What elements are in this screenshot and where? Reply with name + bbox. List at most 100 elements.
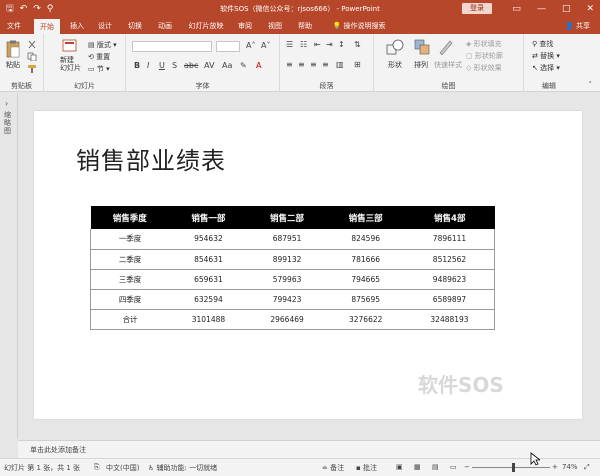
zoom-in-button[interactable]: + bbox=[552, 463, 558, 471]
collapse-ribbon-icon[interactable]: ˄ bbox=[589, 81, 593, 89]
slide-sorter-icon[interactable]: ▦ bbox=[414, 463, 421, 471]
table-cell[interactable]: 579963 bbox=[247, 269, 327, 290]
underline-button[interactable]: U bbox=[159, 61, 165, 70]
table-cell[interactable]: 2966469 bbox=[247, 309, 327, 330]
align-center-icon[interactable]: ≡ bbox=[298, 60, 305, 69]
tab-design[interactable]: 设计 bbox=[94, 18, 116, 34]
bullets-icon[interactable]: ☰ bbox=[286, 40, 293, 49]
table-cell[interactable]: 781666 bbox=[326, 249, 405, 270]
tab-slideshow[interactable]: 幻灯片放映 bbox=[184, 18, 228, 34]
table-cell[interactable]: 632594 bbox=[169, 289, 248, 310]
fit-to-window-icon[interactable]: ⤢ bbox=[584, 463, 590, 472]
table-header-cell[interactable]: 销售季度 bbox=[90, 206, 170, 229]
maximize-button[interactable]: □ bbox=[562, 2, 571, 16]
tab-file[interactable]: 文件 bbox=[4, 18, 24, 34]
zoom-slider-handle[interactable] bbox=[512, 463, 515, 472]
sales-table[interactable]: 销售季度 销售一部 销售二部 销售三部 销售4部 一季度 954632 6879… bbox=[90, 206, 495, 330]
change-case-icon[interactable]: Aa bbox=[222, 61, 232, 70]
new-slide-label[interactable]: 新建 幻灯片 bbox=[60, 56, 81, 72]
shadow-button[interactable]: S bbox=[172, 61, 177, 70]
minimize-button[interactable]: — bbox=[537, 2, 546, 16]
reset-button[interactable]: ⟲ 重置 bbox=[88, 52, 110, 62]
accessibility-status[interactable]: ♿ 辅助功能: 一切就绪 bbox=[148, 463, 217, 473]
numbering-icon[interactable]: ☷ bbox=[300, 40, 307, 49]
table-cell[interactable]: 9489623 bbox=[405, 269, 495, 290]
zoom-out-button[interactable]: − bbox=[464, 463, 470, 471]
table-cell[interactable]: 三季度 bbox=[90, 269, 170, 290]
spellcheck-icon[interactable]: ⎘ bbox=[94, 463, 100, 472]
format-painter-icon[interactable] bbox=[27, 64, 37, 73]
line-spacing-icon[interactable]: ↕ bbox=[338, 40, 345, 49]
tab-transitions[interactable]: 切换 bbox=[124, 18, 146, 34]
tell-me-search[interactable]: 💡 操作说明搜索 bbox=[326, 18, 392, 34]
table-cell[interactable]: 一季度 bbox=[90, 229, 170, 250]
table-cell[interactable]: 954632 bbox=[169, 229, 248, 250]
table-cell[interactable]: 3276622 bbox=[326, 309, 405, 330]
tab-review[interactable]: 审阅 bbox=[234, 18, 256, 34]
table-cell[interactable]: 8512562 bbox=[405, 249, 495, 270]
italic-button[interactable]: I bbox=[147, 61, 149, 70]
table-header-cell[interactable]: 销售三部 bbox=[326, 206, 405, 229]
table-cell[interactable]: 824596 bbox=[326, 229, 405, 250]
table-cell[interactable]: 6589897 bbox=[405, 289, 495, 310]
increase-indent-icon[interactable]: ⇥ bbox=[326, 40, 333, 49]
justify-icon[interactable]: ≡ bbox=[322, 60, 329, 69]
slide-canvas[interactable]: 销售部业绩表 销售季度 销售一部 销售二部 销售三部 销售4部 一季度 9546… bbox=[34, 111, 582, 419]
new-slide-icon[interactable] bbox=[62, 39, 78, 53]
shape-outline-button[interactable]: ▢ 形状轮廓 bbox=[466, 51, 503, 61]
font-name-box[interactable] bbox=[132, 41, 212, 52]
tab-home[interactable]: 开始 bbox=[34, 19, 60, 34]
copy-icon[interactable] bbox=[27, 52, 37, 61]
highlight-color-icon[interactable]: ✎ bbox=[240, 61, 247, 70]
normal-view-icon[interactable]: ▣ bbox=[396, 463, 403, 471]
table-cell[interactable]: 799423 bbox=[247, 289, 327, 310]
slide-title[interactable]: 销售部业绩表 bbox=[76, 141, 226, 176]
zoom-level[interactable]: 74% bbox=[562, 463, 578, 471]
table-cell[interactable]: 875695 bbox=[326, 289, 405, 310]
strikethrough-button[interactable]: abc bbox=[184, 61, 198, 70]
select-button[interactable]: ↖ 选择 ▾ bbox=[532, 63, 560, 73]
zoom-slider[interactable] bbox=[472, 463, 550, 472]
font-color-icon[interactable]: A bbox=[256, 61, 261, 70]
ribbon-display-icon[interactable]: ▭ bbox=[512, 2, 521, 16]
tab-view[interactable]: 视图 bbox=[264, 18, 286, 34]
smartart-icon[interactable]: ⊞ bbox=[354, 60, 361, 69]
shapes-icon[interactable] bbox=[386, 39, 404, 55]
table-cell[interactable]: 合计 bbox=[90, 309, 170, 330]
align-left-icon[interactable]: ≡ bbox=[286, 60, 293, 69]
table-header-cell[interactable]: 销售4部 bbox=[405, 206, 495, 229]
replace-button[interactable]: ⇄ 替换 ▾ bbox=[532, 51, 560, 61]
tab-animations[interactable]: 动画 bbox=[154, 18, 176, 34]
table-cell[interactable]: 7896111 bbox=[405, 229, 495, 250]
table-cell[interactable]: 32488193 bbox=[405, 309, 495, 330]
table-header-cell[interactable]: 销售二部 bbox=[247, 206, 327, 229]
find-button[interactable]: ⚲ 查找 bbox=[532, 39, 553, 49]
tab-help[interactable]: 帮助 bbox=[294, 18, 316, 34]
login-button[interactable]: 登录 bbox=[462, 3, 492, 14]
paste-icon[interactable] bbox=[6, 40, 20, 58]
decrease-indent-icon[interactable]: ⇤ bbox=[314, 40, 321, 49]
chevron-right-icon[interactable]: › bbox=[5, 99, 8, 108]
shape-effects-button[interactable]: ◇ 形状效果 bbox=[466, 63, 502, 73]
layout-button[interactable]: ▤ 版式 ▾ bbox=[88, 40, 117, 50]
section-button[interactable]: ▭ 节 ▾ bbox=[88, 64, 110, 74]
shape-fill-button[interactable]: ◈ 形状填充 bbox=[466, 39, 502, 49]
slideshow-icon[interactable]: ▭ bbox=[450, 463, 457, 471]
table-cell[interactable]: 687951 bbox=[247, 229, 327, 250]
table-cell[interactable]: 659631 bbox=[169, 269, 248, 290]
table-cell[interactable]: 854631 bbox=[169, 249, 248, 270]
align-right-icon[interactable]: ≡ bbox=[310, 60, 317, 69]
notes-pane[interactable]: 单击此处添加备注 bbox=[18, 440, 600, 458]
bold-button[interactable]: B bbox=[134, 61, 140, 70]
table-cell[interactable]: 794665 bbox=[326, 269, 405, 290]
table-header-cell[interactable]: 销售一部 bbox=[169, 206, 248, 229]
columns-icon[interactable]: ▥ bbox=[336, 60, 344, 69]
tab-insert[interactable]: 插入 bbox=[66, 18, 88, 34]
grow-font-icon[interactable]: A˄ bbox=[246, 41, 255, 50]
quick-styles-icon[interactable] bbox=[438, 39, 454, 55]
font-size-box[interactable] bbox=[216, 41, 240, 52]
thumbnail-pane-label[interactable]: 缩略图 bbox=[4, 111, 14, 135]
arrange-icon[interactable] bbox=[414, 39, 430, 55]
table-cell[interactable]: 3101488 bbox=[169, 309, 248, 330]
comments-toggle-button[interactable]: ▪ 批注 bbox=[356, 463, 377, 473]
